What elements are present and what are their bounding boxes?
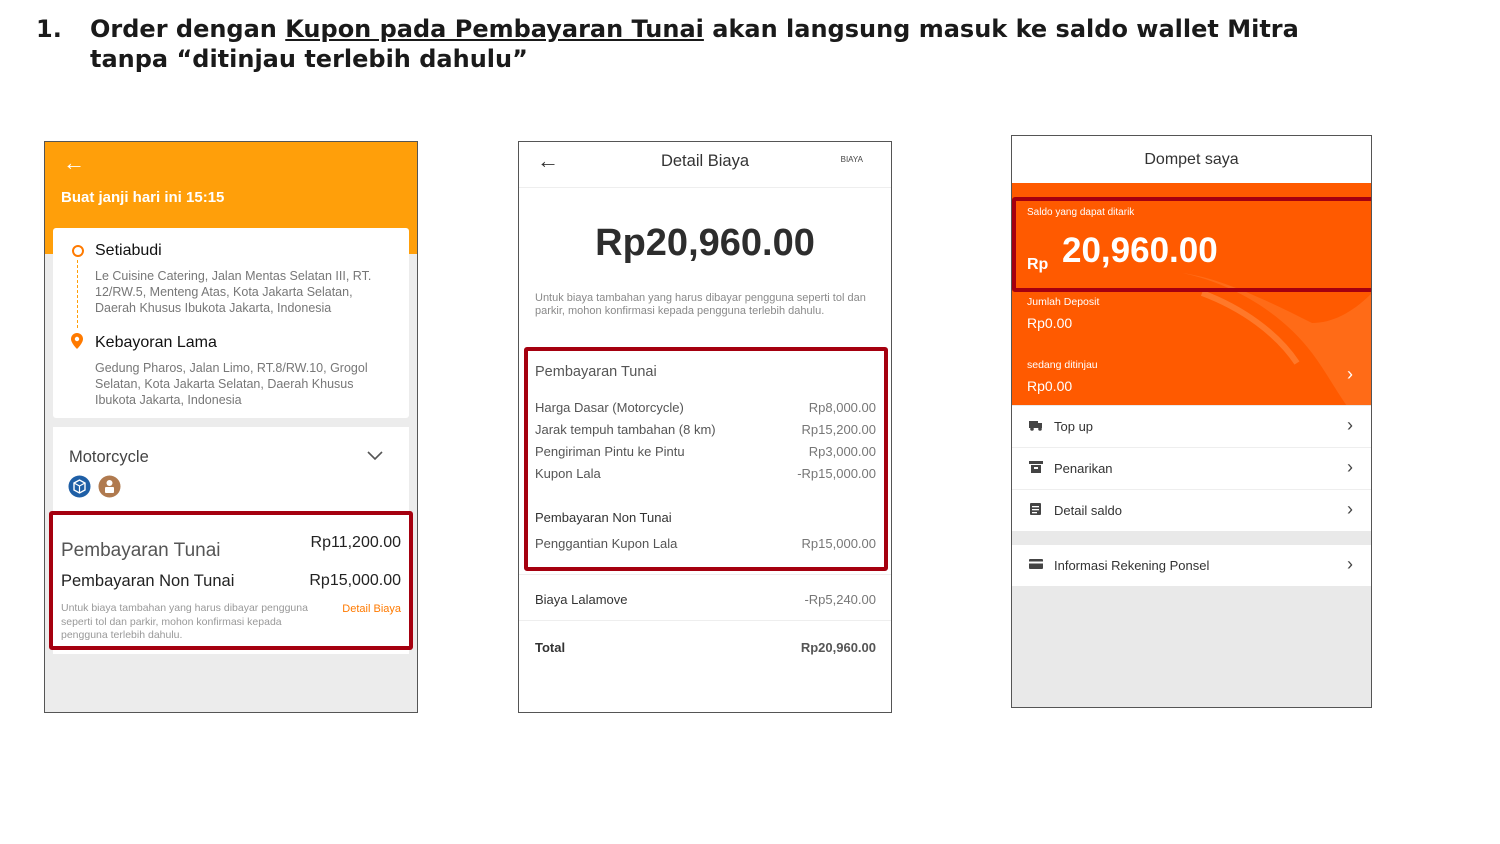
chevron-down-icon[interactable] (367, 451, 383, 461)
menu-item-detail-saldo[interactable]: Detail saldo › (1012, 490, 1371, 531)
helper-service-icon (98, 475, 121, 498)
heading-text: Order dengan Kupon pada Pembayaran Tunai… (90, 14, 1330, 74)
menu-label: Detail saldo (1054, 503, 1122, 518)
highlight-box (524, 347, 888, 571)
withdraw-icon (1029, 461, 1043, 473)
chevron-right-icon: › (1347, 457, 1353, 477)
menu-item-rekening[interactable]: Informasi Rekening Ponsel › (1012, 545, 1371, 586)
route-card: Setiabudi Le Cuisine Catering, Jalan Men… (53, 228, 409, 418)
heading-text-underlined: Kupon pada Pembayaran Tunai (285, 15, 704, 43)
vehicle-label: Motorcycle (69, 448, 149, 466)
chevron-right-icon: › (1347, 415, 1353, 435)
menu-label: Informasi Rekening Ponsel (1054, 558, 1210, 573)
detail-title: Detail Biaya (660, 152, 750, 170)
route-line (77, 260, 78, 328)
wallet-screen: Dompet saya Saldo yang dapat ditarik Rp … (1011, 135, 1372, 708)
highlight-box (1012, 197, 1371, 292)
back-arrow-icon[interactable]: ← (63, 150, 85, 176)
detail-note: Untuk biaya tambahan yang harus dibayar … (535, 292, 866, 317)
detail-header: ← Detail Biaya BIAYA (519, 142, 891, 188)
total-row: Total Rp20,960.00 (535, 640, 876, 655)
total-label: Total (535, 640, 566, 655)
total-value: Rp20,960.00 (800, 640, 876, 655)
menu-item-penarikan[interactable]: Penarikan › (1012, 448, 1371, 490)
order-screen: ← Buat janji hari ini 15:15 Setiabudi Le… (44, 141, 418, 713)
detail-biaya-screen: ← Detail Biaya BIAYA Rp20,960.00 Untuk b… (518, 141, 892, 713)
deposit-amount: Rp0.00 (1027, 315, 1073, 331)
menu-label: Top up (1054, 419, 1094, 434)
chevron-right-icon[interactable]: › (1347, 364, 1353, 385)
dropoff-name: Kebayoran Lama (95, 334, 217, 351)
divider (519, 574, 891, 575)
pickup-address: Le Cuisine Catering, Jalan Mentas Selata… (95, 269, 372, 315)
detail-tag: BIAYA (840, 155, 863, 164)
card-icon (1029, 559, 1043, 569)
vehicle-selector[interactable]: Motorcycle (53, 427, 409, 511)
pickup-name: Setiabudi (95, 242, 162, 259)
location-pin-icon (71, 333, 83, 349)
box-service-icon (68, 475, 91, 498)
schedule-text: Buat janji hari ini 15:15 (61, 189, 225, 206)
chevron-right-icon: › (1347, 554, 1353, 574)
wallet-title: Dompet saya (1012, 136, 1371, 183)
pickup-dot-icon (72, 245, 84, 257)
fee-label: Biaya Lalamove (535, 592, 628, 607)
dropoff-address: Gedung Pharos, Jalan Limo, RT.8/RW.10, G… (95, 361, 368, 407)
divider (519, 620, 891, 621)
highlight-box (49, 511, 413, 650)
total-amount-big: Rp20,960.00 (595, 222, 815, 264)
review-amount: Rp0.00 (1027, 378, 1073, 394)
document-icon (1030, 503, 1041, 515)
deposit-label: Jumlah Deposit (1027, 296, 1100, 308)
truck-icon (1029, 421, 1042, 431)
menu-label: Penarikan (1054, 461, 1113, 476)
review-label: sedang ditinjau (1027, 359, 1098, 371)
menu-item-topup[interactable]: Top up › (1012, 406, 1371, 448)
fee-value: -Rp5,240.00 (804, 592, 876, 607)
list-number: 1. (36, 15, 62, 43)
heading-text-before: Order dengan (90, 15, 286, 43)
chevron-right-icon: › (1347, 499, 1353, 519)
lalamove-fee-row: Biaya Lalamove -Rp5,240.00 (535, 592, 876, 607)
